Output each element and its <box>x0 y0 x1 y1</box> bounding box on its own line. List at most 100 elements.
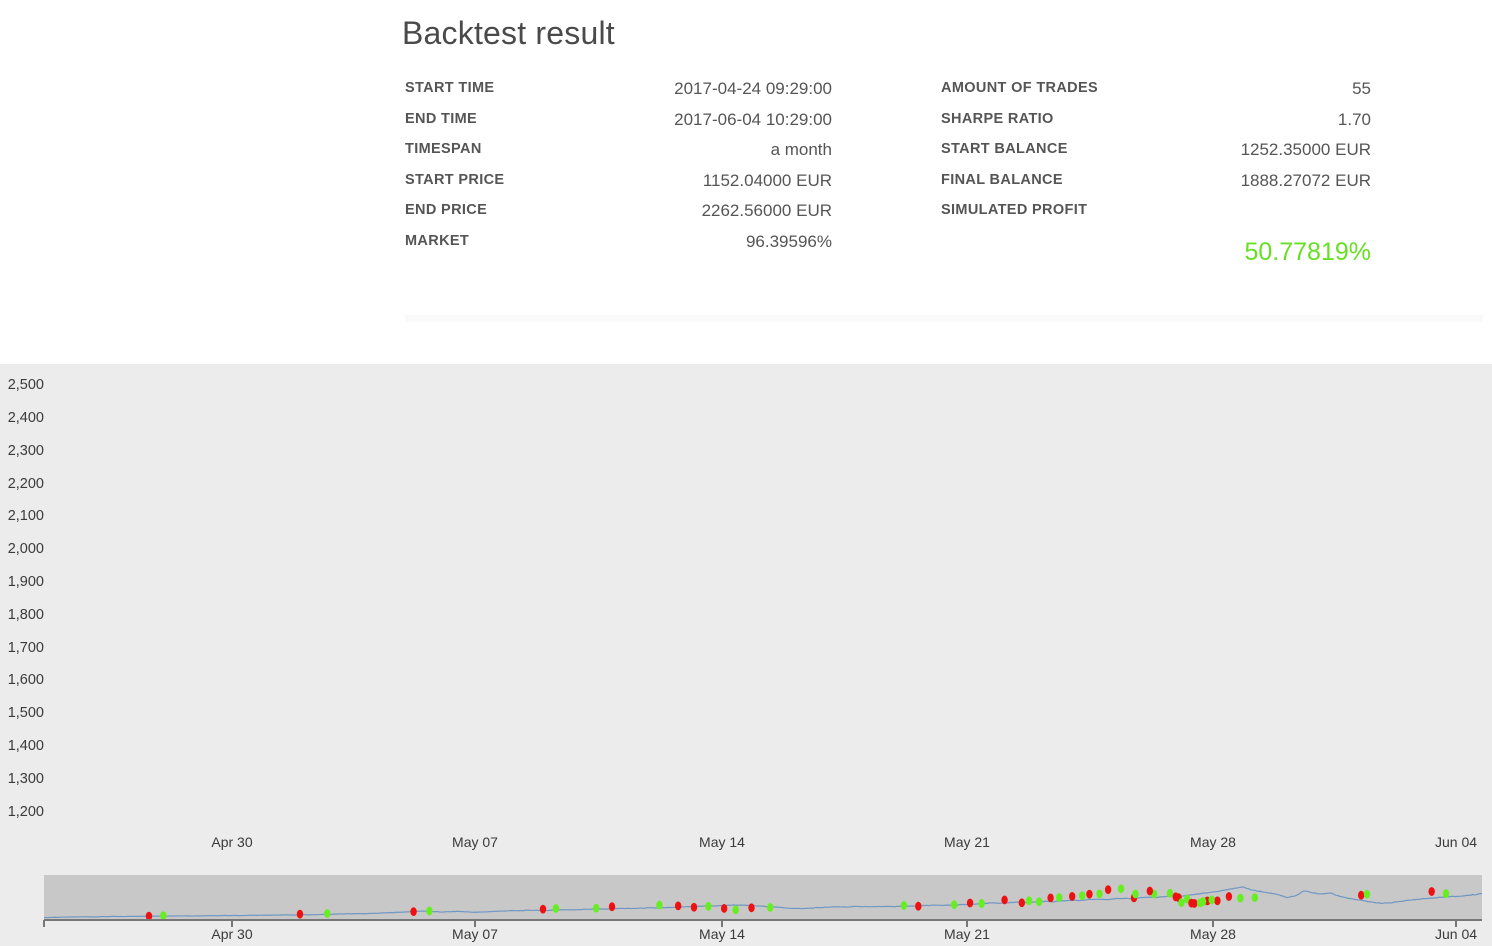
stat-label: END TIME <box>405 110 478 127</box>
y-axis-tick-label: 2,300 <box>7 442 44 459</box>
y-axis-tick-label: 2,200 <box>7 475 44 492</box>
navigator-buy-marker <box>1035 897 1043 907</box>
navigator-sell-marker <box>690 902 698 912</box>
stat-label: SHARPE RATIO <box>941 110 1054 127</box>
navigator-buy-marker <box>1237 893 1244 903</box>
stat-value: 1888.27072 EUR <box>1240 170 1371 190</box>
section-divider <box>405 315 1483 322</box>
x-axis-tick-label: Apr 30 <box>211 834 253 850</box>
y-axis-tick-label: 2,400 <box>7 409 44 426</box>
navigator-buy-marker <box>705 901 712 911</box>
x-axis-tick-label: May 28 <box>1190 834 1236 850</box>
navigator-buy-marker <box>1208 895 1215 905</box>
simulated-profit-value: 50.77819% <box>1244 238 1371 266</box>
navigator-buy-marker <box>766 903 774 912</box>
stat-row: START PRICE 1152.04000 EUR <box>405 170 832 201</box>
stat-row: START TIME 2017-04-24 09:29:00 <box>405 78 832 109</box>
navigator-sell-marker <box>608 902 616 912</box>
stat-value: 1.70 <box>1337 109 1371 129</box>
navigator-sell-marker <box>1146 886 1154 896</box>
stat-value: 1252.35000 EUR <box>1240 140 1371 160</box>
navigator-sell-marker <box>1018 898 1026 908</box>
navigator-buy-marker <box>324 909 331 918</box>
navigator-buy-marker <box>1178 898 1185 907</box>
stat-value: 55 <box>1352 79 1371 98</box>
navigator-buy-marker <box>732 905 739 915</box>
navigator-buy-marker <box>160 911 167 921</box>
navigator-buy-marker <box>1096 889 1103 899</box>
stats-column-right: AMOUNT OF TRADES 55 SHARPE RATIO 1.70 ST… <box>941 78 1371 266</box>
stat-label: START PRICE <box>405 171 505 188</box>
navigator-buy-marker <box>1079 891 1086 900</box>
stat-row: TIMESPAN a month <box>405 139 832 170</box>
navigator-buy-marker <box>426 906 433 916</box>
navigator-buy-marker <box>978 899 985 908</box>
navigator-sell-marker <box>1225 892 1233 901</box>
stat-label: SIMULATED PROFIT <box>941 202 1088 219</box>
navigator-buy-marker <box>1025 896 1033 906</box>
stat-value: 2262.56000 EUR <box>701 201 832 221</box>
navigator-sell-marker <box>1214 896 1221 906</box>
navigator-sell-marker <box>1047 893 1054 903</box>
y-axis-tick-label: 1,600 <box>7 672 44 689</box>
stat-label: MARKET <box>405 232 470 249</box>
stat-row: SHARPE RATIO 1.70 <box>941 109 1371 140</box>
navigator-sell-marker <box>966 898 974 908</box>
navigator-x-axis-tick-label: Apr 30 <box>211 926 253 942</box>
x-axis-tick-label: Jun 04 <box>1434 834 1478 850</box>
navigator-buy-marker <box>1363 889 1371 899</box>
navigator-sell-marker <box>1001 895 1008 905</box>
navigator-sell-marker <box>296 909 304 919</box>
stat-value: 2017-04-24 09:29:00 <box>674 79 832 98</box>
navigator-sell-marker <box>1068 891 1076 901</box>
navigator-buy-marker <box>1199 897 1207 906</box>
navigator-sell-marker <box>410 907 417 917</box>
y-axis-tick-label: 1,400 <box>7 737 44 754</box>
stat-row: END PRICE 2262.56000 EUR <box>405 200 832 231</box>
chart-navigator[interactable]: Apr 30 May 07 May 14 May 21 May 28 Jun 04 <box>0 860 1492 946</box>
navigator-buy-marker <box>900 901 908 910</box>
navigator-buy-marker <box>1166 888 1174 898</box>
navigator-x-axis-tick-label: May 07 <box>452 926 498 942</box>
navigator-buy-marker <box>1117 884 1125 894</box>
stat-row: MARKET 96.39596% <box>405 231 832 262</box>
stat-row: START BALANCE 1252.35000 EUR <box>941 139 1371 170</box>
navigator-price-line <box>43 886 1483 919</box>
y-axis-tick-label: 1,200 <box>7 803 44 820</box>
navigator-x-axis-tick-label: May 14 <box>699 926 745 942</box>
navigator-buy-marker <box>656 900 663 910</box>
stat-value: 2017-06-04 10:29:00 <box>674 109 832 129</box>
navigator-sell-marker <box>748 903 755 913</box>
stat-value: 96.39596% <box>745 231 832 251</box>
stat-label: END PRICE <box>405 202 488 219</box>
y-axis-tick-label: 1,700 <box>7 639 44 656</box>
chart-plot-background <box>0 364 1492 860</box>
stat-row: END TIME 2017-06-04 10:29:00 <box>405 109 832 140</box>
stat-label: FINAL BALANCE <box>941 171 1063 188</box>
navigator-x-axis-tick-label: May 28 <box>1190 926 1236 942</box>
navigator-buy-marker <box>1056 893 1063 902</box>
stat-row: SIMULATED PROFIT <box>941 200 1371 231</box>
navigator-buy-marker <box>552 904 560 913</box>
navigator-sell-marker <box>539 904 547 914</box>
stat-label: TIMESPAN <box>405 141 482 158</box>
navigator-x-axis-tick-label: Jun 04 <box>1434 926 1478 942</box>
navigator-buy-marker <box>1132 889 1139 899</box>
navigator-x-axis-tick-label: May 21 <box>944 926 990 942</box>
navigator-sell-marker <box>1358 890 1365 900</box>
backtest-summary: Backtest result START TIME 2017-04-24 09… <box>0 0 1492 364</box>
stat-label: AMOUNT OF TRADES <box>941 80 1099 96</box>
y-axis-tick-label: 1,500 <box>7 705 44 722</box>
x-axis-tick-label: May 07 <box>452 834 498 850</box>
price-chart[interactable]: 1,200 1,300 1,400 1,500 1,600 1,700 1,800 1,900… <box>0 364 1492 860</box>
stat-value: a month <box>770 140 832 160</box>
navigator-sell-marker <box>1104 885 1112 895</box>
stat-label: START TIME <box>405 80 495 96</box>
y-axis-tick-label: 1,900 <box>7 573 44 590</box>
stat-row: FINAL BALANCE 1888.27072 EUR <box>941 170 1371 201</box>
stat-row: AMOUNT OF TRADES 55 <box>941 78 1371 109</box>
y-axis-tick-label: 2,100 <box>7 508 44 525</box>
stat-label: START BALANCE <box>941 141 1068 158</box>
navigator-sell-marker <box>1191 899 1198 908</box>
y-axis-tick-label: 1,300 <box>7 770 44 787</box>
